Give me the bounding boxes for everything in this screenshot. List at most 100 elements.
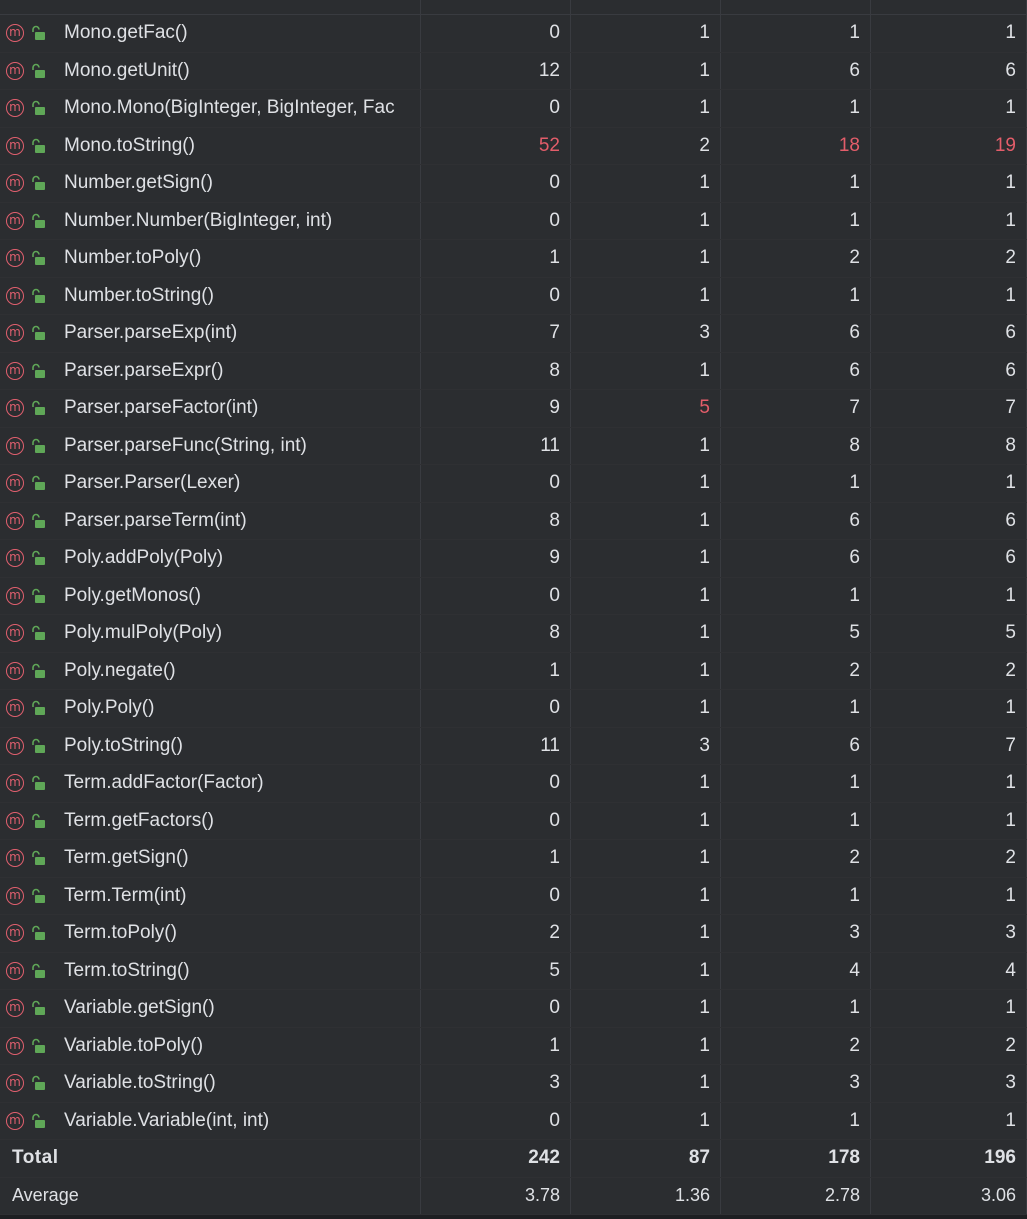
metric-value-1: 1: [421, 840, 571, 877]
header-cell-4[interactable]: [871, 0, 1027, 14]
unlocked-icon: [30, 774, 46, 792]
method-cell: m Term.toPoly(): [0, 915, 421, 952]
unlocked-icon: [30, 962, 46, 980]
table-row[interactable]: m Number.Number(BigInteger, int) 0 1 1 1: [0, 202, 1027, 240]
table-row[interactable]: m Parser.parseTerm(int) 8 1 6 6: [0, 502, 1027, 540]
metric-value-4: 1: [871, 15, 1027, 52]
method-name: Variable.Variable(int, int): [64, 1109, 270, 1131]
total-row[interactable]: Total 242 87 178 196: [0, 1140, 1027, 1178]
unlocked-icon: [30, 624, 46, 642]
unlocked-icon: [30, 249, 46, 267]
metric-value-1: 0: [421, 15, 571, 52]
table-row[interactable]: m Term.toString() 5 1 4 4: [0, 952, 1027, 990]
metric-value-2: 1: [571, 540, 721, 577]
metric-value-1: 0: [421, 202, 571, 239]
metric-value-2: 1: [571, 765, 721, 802]
metric-value-4: 1: [871, 690, 1027, 727]
metric-value-1: 11: [421, 427, 571, 464]
table-row[interactable]: m Parser.parseFunc(String, int) 11 1 8 8: [0, 427, 1027, 465]
table-row[interactable]: m Parser.parseExpr() 8 1 6 6: [0, 352, 1027, 390]
metric-value-3: 1: [721, 990, 871, 1027]
method-icon: m: [6, 849, 24, 868]
metric-value-3: 1: [721, 277, 871, 314]
metric-value-1: 9: [421, 540, 571, 577]
method-cell: m Number.toString(): [0, 277, 421, 314]
table-row[interactable]: m Poly.negate() 1 1 2 2: [0, 652, 1027, 690]
table-row[interactable]: m Poly.getMonos() 0 1 1 1: [0, 577, 1027, 615]
method-icon: m: [6, 699, 24, 718]
metric-value-1: 0: [421, 1102, 571, 1139]
unlocked-icon: [30, 999, 46, 1017]
metric-value-2: 1: [571, 15, 721, 52]
unlocked-icon: [30, 849, 46, 867]
header-cell-3[interactable]: [721, 0, 871, 14]
unlocked-icon: [30, 924, 46, 942]
metric-value-3: 1: [721, 765, 871, 802]
table-row[interactable]: m Poly.mulPoly(Poly) 8 1 5 5: [0, 615, 1027, 653]
header-cell-2[interactable]: [571, 0, 721, 14]
table-row[interactable]: m Variable.toString() 3 1 3 3: [0, 1065, 1027, 1103]
metric-value-4: 2: [871, 240, 1027, 277]
table-row[interactable]: m Term.Term(int) 0 1 1 1: [0, 877, 1027, 915]
table-row[interactable]: m Mono.getUnit() 12 1 6 6: [0, 52, 1027, 90]
average-label: Average: [0, 1177, 421, 1214]
table-row[interactable]: m Term.addFactor(Factor) 0 1 1 1: [0, 765, 1027, 803]
header-cell-1[interactable]: [421, 0, 571, 14]
table-row[interactable]: m Number.toPoly() 1 1 2 2: [0, 240, 1027, 278]
table-row[interactable]: m Parser.parseFactor(int) 9 5 7 7: [0, 390, 1027, 428]
table-row[interactable]: m Mono.toString() 52 2 18 19: [0, 127, 1027, 165]
table-row[interactable]: m Poly.toString() 11 3 6 7: [0, 727, 1027, 765]
table-row[interactable]: m Number.toString() 0 1 1 1: [0, 277, 1027, 315]
table-row[interactable]: m Number.getSign() 0 1 1 1: [0, 165, 1027, 203]
metric-value-4: 3: [871, 915, 1027, 952]
metric-value-1: 0: [421, 990, 571, 1027]
metric-value-3: 6: [721, 52, 871, 89]
method-cell: m Term.getFactors(): [0, 802, 421, 839]
table-row[interactable]: m Poly.Poly() 0 1 1 1: [0, 690, 1027, 728]
method-name: Term.addFactor(Factor): [64, 772, 264, 794]
method-cell: m Number.Number(BigInteger, int): [0, 202, 421, 239]
method-name: Variable.toString(): [64, 1072, 216, 1094]
method-name: Term.getSign(): [64, 847, 189, 869]
average-row[interactable]: Average 3.78 1.36 2.78 3.06: [0, 1177, 1027, 1215]
table-row[interactable]: m Term.getFactors() 0 1 1 1: [0, 802, 1027, 840]
table-row[interactable]: m Term.toPoly() 2 1 3 3: [0, 915, 1027, 953]
metric-value-2: 1: [571, 1027, 721, 1064]
table-row[interactable]: m Variable.getSign() 0 1 1 1: [0, 990, 1027, 1028]
metric-value-2: 1: [571, 502, 721, 539]
table-row[interactable]: m Variable.Variable(int, int) 0 1 1 1: [0, 1102, 1027, 1140]
header-cell-method[interactable]: [0, 0, 421, 14]
table-row[interactable]: m Poly.addPoly(Poly) 9 1 6 6: [0, 540, 1027, 578]
table-row[interactable]: m Mono.Mono(BigInteger, BigInteger, Fac 0 1…: [0, 90, 1027, 128]
average-value-2: 1.36: [571, 1177, 721, 1214]
metric-value-1: 1: [421, 240, 571, 277]
metric-value-3: 1: [721, 577, 871, 614]
method-name: Parser.Parser(Lexer): [64, 472, 241, 494]
metric-value-3: 8: [721, 427, 871, 464]
metric-value-1: 1: [421, 652, 571, 689]
table-row[interactable]: m Variable.toPoly() 1 1 2 2: [0, 1027, 1027, 1065]
metric-value-3: 6: [721, 315, 871, 352]
metric-value-1: 1: [421, 1027, 571, 1064]
unlocked-icon: [30, 549, 46, 567]
metric-value-4: 1: [871, 90, 1027, 127]
method-icon: m: [6, 174, 24, 193]
table-header-strip: [0, 0, 1027, 15]
unlocked-icon: [30, 362, 46, 380]
metric-value-4: 1: [871, 765, 1027, 802]
table-row[interactable]: m Mono.getFac() 0 1 1 1: [0, 15, 1027, 53]
unlocked-icon: [30, 437, 46, 455]
method-icon: m: [6, 1111, 24, 1130]
unlocked-icon: [30, 212, 46, 230]
table-row[interactable]: m Parser.Parser(Lexer) 0 1 1 1: [0, 465, 1027, 503]
metric-value-1: 5: [421, 952, 571, 989]
method-icon: m: [6, 549, 24, 568]
metric-value-3: 2: [721, 840, 871, 877]
metric-value-1: 0: [421, 765, 571, 802]
table-row[interactable]: m Term.getSign() 1 1 2 2: [0, 840, 1027, 878]
method-name: Term.getFactors(): [64, 809, 214, 831]
table-row[interactable]: m Parser.parseExp(int) 7 3 6 6: [0, 315, 1027, 353]
method-cell: m Parser.Parser(Lexer): [0, 465, 421, 502]
method-name: Poly.addPoly(Poly): [64, 547, 224, 569]
method-cell: m Poly.negate(): [0, 652, 421, 689]
